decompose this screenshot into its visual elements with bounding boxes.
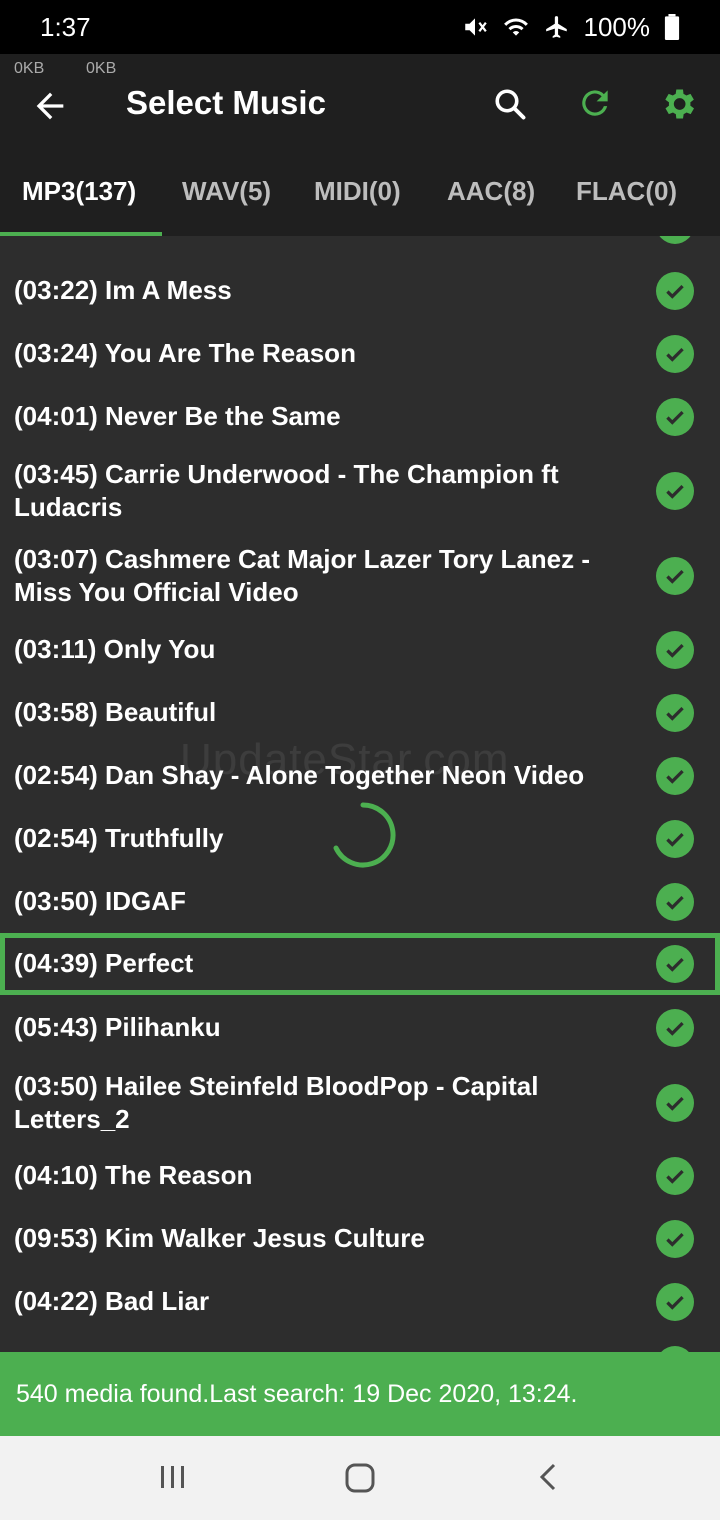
song-label: (02:54) Truthfully: [14, 823, 224, 853]
checked-icon[interactable]: [656, 945, 694, 983]
checked-icon[interactable]: [656, 1009, 694, 1047]
song-label: (04:39) Perfect: [14, 948, 194, 978]
checked-icon[interactable]: [656, 1157, 694, 1195]
status-icons: 100%: [462, 12, 681, 43]
song-label: (03:24) You Are The Reason: [14, 338, 356, 368]
checked-icon[interactable]: [656, 1220, 694, 1258]
song-label: (03:50) IDGAF: [14, 886, 186, 916]
song-label: (03:11) Only You: [14, 634, 216, 664]
song-label: (09:53) Kim Walker Jesus Culture: [14, 1223, 425, 1253]
list-item[interactable]: (03:50) Hailee Steinfeld BloodPop - Capi…: [0, 1068, 720, 1152]
song-label: (03:45) Carrie Underwood - The Champion …: [14, 459, 559, 522]
checked-icon[interactable]: [656, 757, 694, 795]
footer-message: 540 media found.Last search: 19 Dec 2020…: [16, 1380, 578, 1408]
song-label: (03:07) Cashmere Cat Major Lazer Tory La…: [14, 544, 591, 607]
list-item[interactable]: (03:11) Only You: [0, 619, 720, 681]
tab-aac[interactable]: AAC(8): [447, 176, 535, 207]
app-bar: 0KB 0KB Select Music: [0, 54, 720, 154]
status-bar: 1:37 100%: [0, 0, 720, 54]
refresh-icon[interactable]: [576, 84, 614, 122]
page-title: Select Music: [126, 84, 326, 121]
list-item[interactable]: (03:50) IDGAF: [0, 871, 720, 933]
watermark: UpdateStar.com: [180, 735, 510, 784]
checked-icon[interactable]: [656, 694, 694, 732]
list-item[interactable]: (04:22) Bad Liar: [0, 1271, 720, 1333]
mute-icon: [464, 18, 487, 36]
song-label: (05:43) Pilihanku: [14, 1012, 221, 1042]
airplane-icon: [545, 16, 567, 38]
list-item[interactable]: (03:07) Cashmere Cat Major Lazer Tory La…: [0, 541, 720, 625]
status-footer: 540 media found.Last search: 19 Dec 2020…: [0, 1352, 720, 1436]
upload-speed: 0KB: [14, 60, 45, 77]
gear-icon[interactable]: [658, 84, 698, 124]
list-item[interactable]: (03:24) You Are The Reason: [0, 323, 720, 385]
checked-icon[interactable]: [656, 335, 694, 373]
checked-icon[interactable]: [656, 1084, 694, 1122]
list-item-partial: [0, 236, 720, 246]
tab-wav[interactable]: WAV(5): [182, 176, 271, 207]
checked-icon[interactable]: [656, 1283, 694, 1321]
tab-midi[interactable]: MIDI(0): [314, 176, 401, 207]
format-tabs: MP3(137) WAV(5) MIDI(0) AAC(8) FLAC(0): [0, 154, 720, 236]
loading-spinner: [333, 802, 396, 868]
checked-icon[interactable]: [656, 557, 694, 595]
back-arrow-icon[interactable]: [30, 86, 70, 126]
list-item-selected[interactable]: (04:39) Perfect: [0, 933, 720, 995]
checked-icon[interactable]: [656, 236, 694, 244]
tab-flac[interactable]: FLAC(0): [576, 176, 677, 207]
list-item[interactable]: (09:53) Kim Walker Jesus Culture: [0, 1208, 720, 1270]
tab-mp3[interactable]: MP3(137): [22, 176, 136, 207]
home-icon[interactable]: [344, 1462, 376, 1494]
checked-icon[interactable]: [656, 883, 694, 921]
checked-icon[interactable]: [656, 272, 694, 310]
song-label: (04:01) Never Be the Same: [14, 401, 341, 431]
download-speed: 0KB: [86, 60, 117, 77]
list-item-partial: [0, 1344, 720, 1352]
wifi-icon: [503, 18, 528, 36]
song-label: (04:22) Bad Liar: [14, 1286, 210, 1316]
checked-icon[interactable]: [656, 472, 694, 510]
song-label: (03:50) Hailee Steinfeld BloodPop - Capi…: [14, 1071, 539, 1134]
battery-percent: 100%: [583, 11, 651, 42]
checked-icon[interactable]: [656, 820, 694, 858]
song-label: (04:10) The Reason: [14, 1160, 253, 1190]
checked-icon[interactable]: [656, 398, 694, 436]
checked-icon[interactable]: [656, 631, 694, 669]
battery-icon: [664, 14, 680, 40]
system-nav-bar: [0, 1436, 720, 1520]
back-nav-icon[interactable]: [534, 1462, 562, 1492]
list-item[interactable]: (05:43) Pilihanku: [0, 997, 720, 1059]
list-item[interactable]: (03:22) Im A Mess: [0, 260, 720, 322]
search-icon[interactable]: [492, 86, 528, 122]
song-list: (03:22) Im A Mess (03:24) You Are The Re…: [0, 236, 720, 1352]
recent-apps-icon[interactable]: [158, 1462, 188, 1492]
song-label: (03:58) Beautiful: [14, 697, 217, 727]
status-time: 1:37: [40, 11, 91, 42]
song-label: (03:22) Im A Mess: [14, 275, 232, 305]
list-item[interactable]: (04:01) Never Be the Same: [0, 386, 720, 448]
list-item[interactable]: (03:45) Carrie Underwood - The Champion …: [0, 456, 720, 540]
list-item[interactable]: (04:10) The Reason: [0, 1145, 720, 1207]
